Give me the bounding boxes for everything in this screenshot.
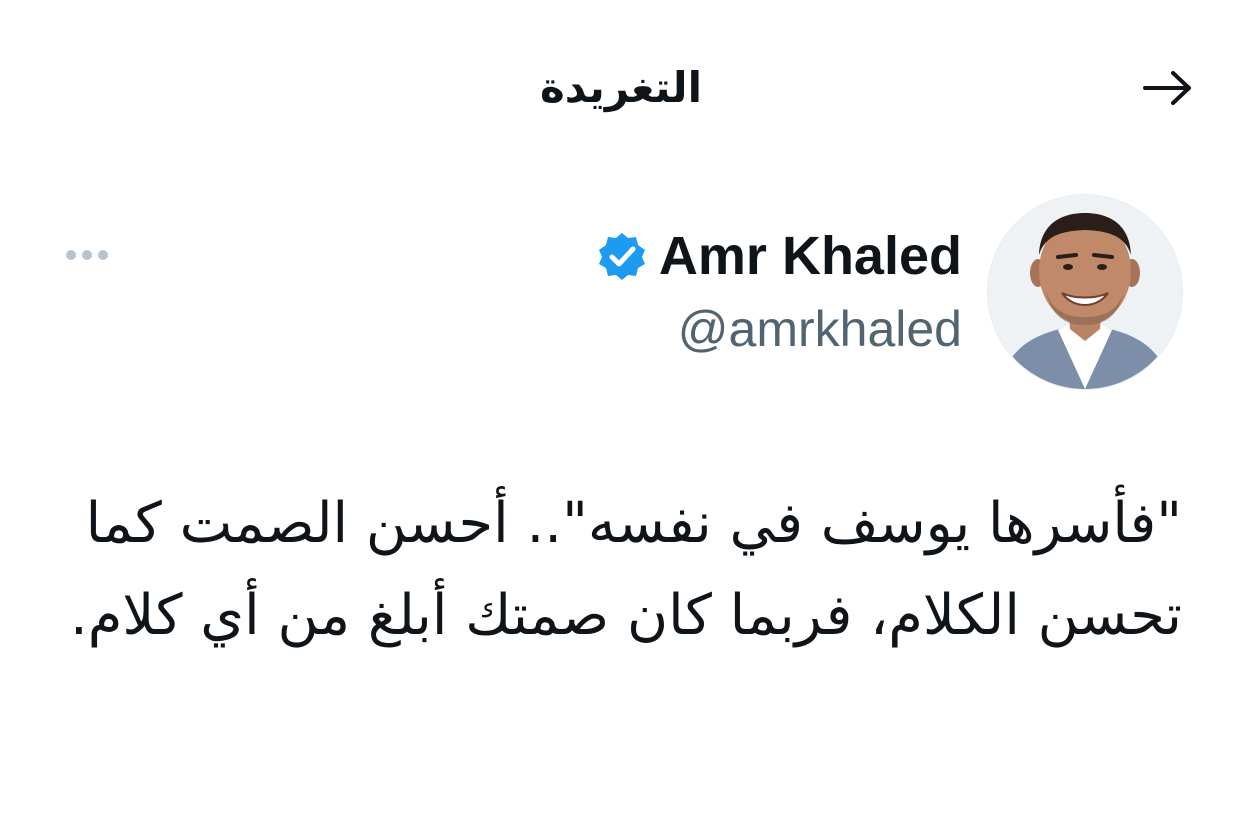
tweet-text: "فأسرها يوسف في نفسه".. أحسن الصمت كما ت… [69, 491, 1182, 648]
avatar-image [988, 195, 1182, 389]
verified-badge-icon [597, 231, 647, 281]
back-button[interactable] [1140, 66, 1196, 114]
author-display-name[interactable]: Amr Khaled [659, 220, 962, 292]
avatar[interactable] [987, 194, 1183, 390]
author-name-row: Amr Khaled [420, 220, 962, 292]
author-handle[interactable]: @amrkhaled [420, 294, 962, 364]
more-options-button[interactable] [62, 240, 112, 270]
arrow-right-icon [1141, 68, 1195, 112]
more-horizontal-icon [65, 246, 109, 265]
page-title: التغريدة [540, 63, 702, 112]
tweet-author: Amr Khaled @amrkhaled [420, 220, 962, 364]
